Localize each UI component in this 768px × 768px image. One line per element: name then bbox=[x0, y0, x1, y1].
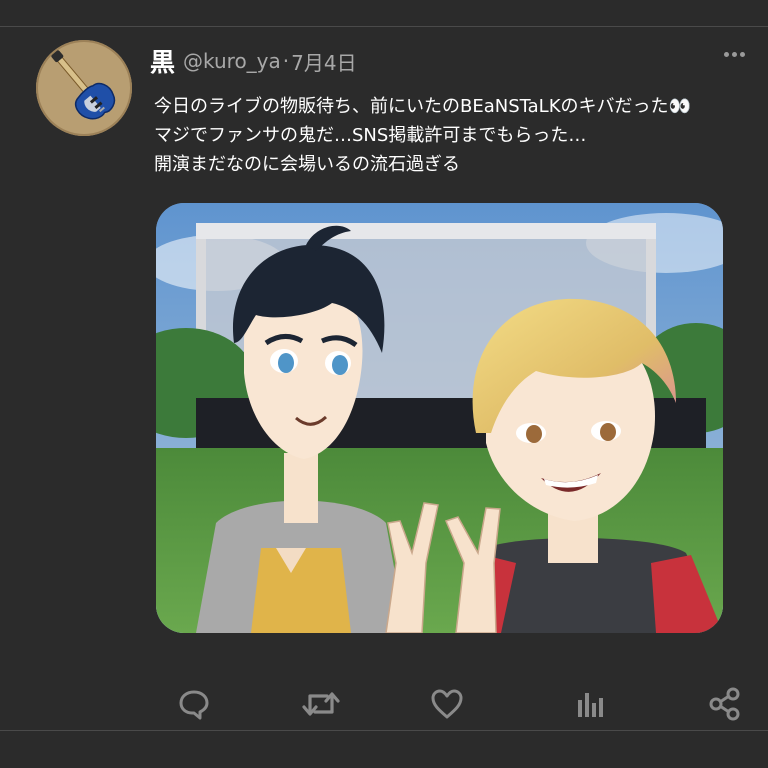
views-button[interactable] bbox=[570, 684, 610, 724]
more-dot-icon bbox=[731, 51, 737, 57]
tweet-card: 黒 @kuro_ya · 7月4日 今日のライブの物販待ち、前にいたのBEaNS… bbox=[0, 0, 768, 768]
tweet-media-image[interactable] bbox=[156, 203, 723, 633]
more-dot-icon bbox=[739, 51, 745, 57]
action-bar bbox=[0, 684, 768, 728]
more-options-button[interactable] bbox=[718, 44, 750, 64]
user-handle[interactable]: @kuro_ya bbox=[183, 49, 281, 73]
retweet-arrows-icon bbox=[302, 692, 340, 716]
avatar[interactable] bbox=[36, 40, 132, 136]
post-date[interactable]: 7月4日 bbox=[291, 47, 356, 76]
tweet-text-line: マジでファンサの鬼だ…SNS掲載許可までもらった… bbox=[154, 125, 587, 146]
tweet-text-line: 開演まだなのに会場いるの流石過ぎる bbox=[154, 154, 460, 175]
display-name[interactable]: 黒 bbox=[150, 43, 175, 79]
like-button[interactable] bbox=[427, 684, 467, 724]
top-divider bbox=[0, 26, 768, 27]
bar-chart-icon bbox=[578, 693, 603, 717]
tweet-text-line: 今日のライブの物販待ち、前にいたのBEaNSTaLKのキバだった👀 bbox=[154, 96, 691, 117]
bottom-divider bbox=[0, 730, 768, 731]
share-nodes-icon bbox=[709, 687, 740, 721]
bass-guitar-icon bbox=[51, 50, 116, 120]
more-dot-icon bbox=[723, 51, 729, 57]
tweet-header: 黒 @kuro_ya · 7月4日 bbox=[150, 44, 357, 78]
speech-bubble-icon bbox=[179, 690, 209, 720]
heart-icon bbox=[431, 689, 463, 719]
tweet-text: 今日のライブの物販待ち、前にいたのBEaNSTaLKのキバだった👀 マジでファン… bbox=[154, 92, 754, 179]
reply-button[interactable] bbox=[174, 684, 214, 724]
illustration-image bbox=[156, 203, 723, 633]
separator-dot: · bbox=[282, 49, 290, 73]
share-button[interactable] bbox=[705, 684, 745, 724]
retweet-button[interactable] bbox=[301, 684, 341, 724]
